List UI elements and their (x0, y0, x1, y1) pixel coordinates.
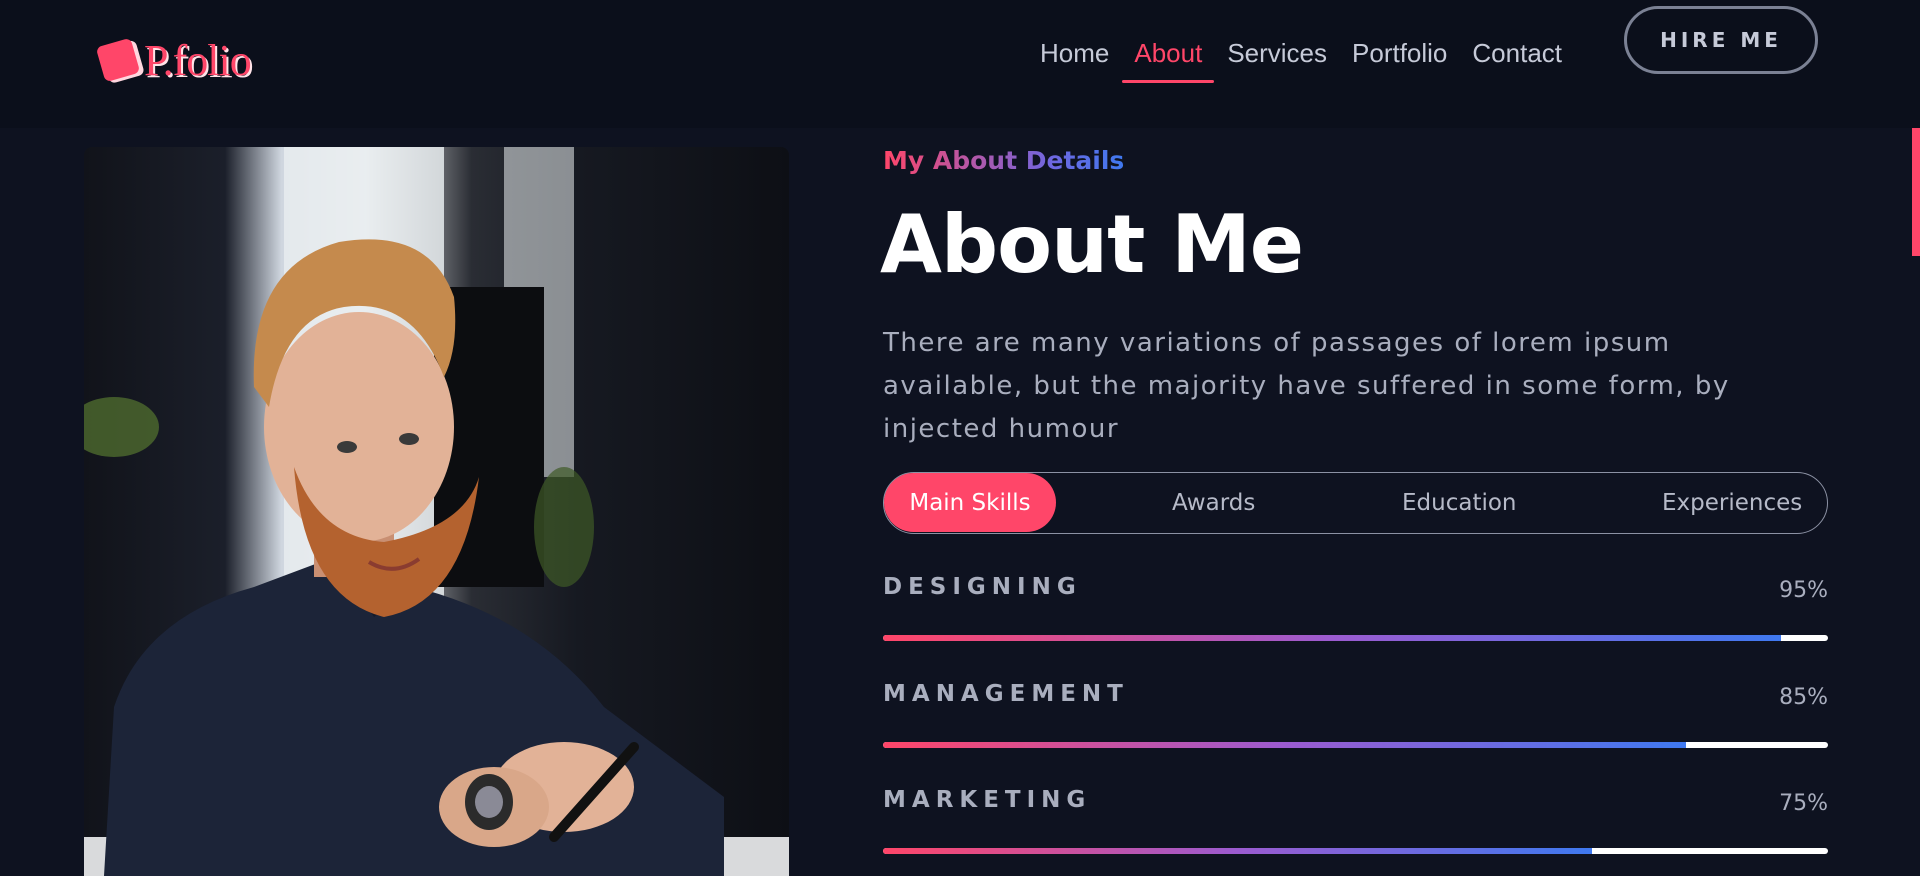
nav-item-contact[interactable]: Contact (1472, 38, 1562, 83)
skill-name: MANAGEMENT (883, 681, 1129, 707)
main-nav: Home About Services Portfolio Contact (1040, 38, 1587, 83)
skill-progress-fill (883, 742, 1687, 748)
skill-percent: 95% (1779, 578, 1828, 603)
skill-designing: DESIGNING 95% (883, 574, 1828, 644)
nav-item-about[interactable]: About (1122, 38, 1215, 83)
logo[interactable]: P.folio (95, 35, 252, 85)
skill-management: MANAGEMENT 85% (883, 681, 1828, 751)
skill-progress-bar (883, 742, 1828, 748)
site-header: P.folio Home About Services Portfolio Co… (0, 0, 1920, 128)
skill-marketing: MARKETING 75% (883, 787, 1828, 857)
skill-progress-bar (883, 635, 1828, 641)
skill-progress-fill (883, 848, 1592, 854)
skill-percent: 85% (1779, 685, 1828, 710)
hire-me-button[interactable]: HIRE ME (1624, 6, 1818, 74)
skill-progress-bar (883, 848, 1828, 854)
profile-photo (84, 147, 789, 876)
tab-experiences[interactable]: Experiences (1662, 473, 1802, 532)
about-description: There are many variations of passages of… (883, 328, 1730, 444)
skill-percent: 75% (1779, 791, 1828, 816)
skills-tabs: Main Skills Awards Education Experiences (883, 472, 1828, 534)
nav-item-home[interactable]: Home (1040, 38, 1109, 83)
nav-item-portfolio[interactable]: Portfolio (1352, 38, 1447, 83)
skill-progress-fill (883, 635, 1781, 641)
section-subtitle: My About Details (883, 146, 1125, 175)
tab-awards[interactable]: Awards (1172, 473, 1255, 532)
nav-item-services[interactable]: Services (1227, 38, 1327, 83)
skill-name: MARKETING (883, 787, 1092, 813)
page-title: About Me (880, 198, 1304, 291)
skill-name: DESIGNING (883, 574, 1082, 600)
scroll-indicator[interactable] (1912, 128, 1920, 256)
logo-icon (95, 37, 141, 83)
tab-main-skills[interactable]: Main Skills (884, 473, 1056, 532)
tab-education[interactable]: Education (1402, 473, 1517, 532)
portrait-illustration (84, 147, 789, 876)
logo-text: P.folio (144, 35, 252, 85)
